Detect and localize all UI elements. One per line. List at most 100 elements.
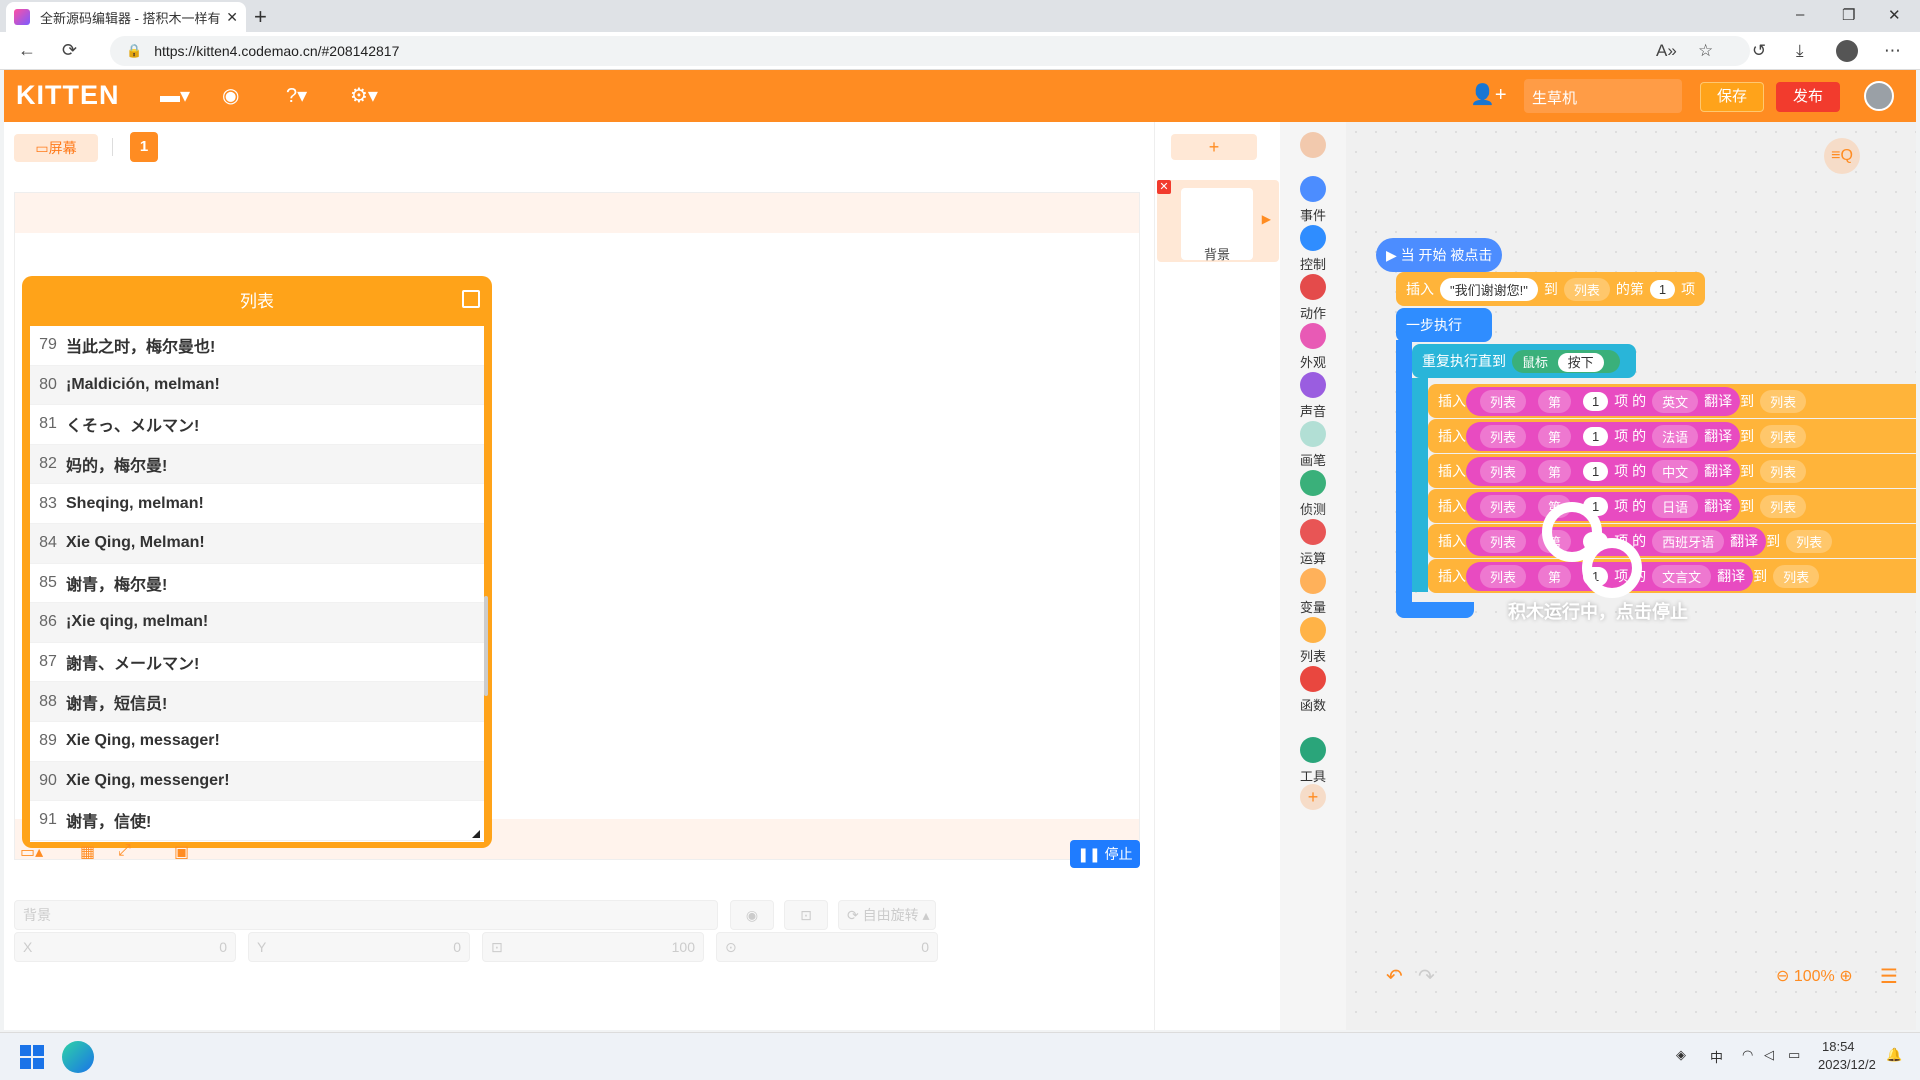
undo-icon[interactable]: ↶ [1386, 964, 1403, 989]
record-icon[interactable]: ▣ [174, 842, 189, 862]
language-dropdown[interactable]: 中文 [1652, 459, 1699, 483]
user-avatar[interactable] [1864, 81, 1894, 111]
language-dropdown[interactable]: 西班牙语 [1652, 529, 1725, 553]
list-monitor[interactable]: 列表 79 当此之时，梅尔曼也! 80 ¡Maldición, melman! 81 くそ… [22, 276, 492, 848]
list-row[interactable]: 87 謝青、メールマン! [30, 643, 484, 683]
index-slot[interactable]: 1 [1649, 279, 1676, 299]
list-body[interactable]: 79 当此之时，梅尔曼也! 80 ¡Maldición, melman! 81 くそっ、メ… [30, 326, 484, 842]
target-list-dropdown[interactable]: 列表 [1760, 494, 1807, 518]
list-dropdown[interactable]: 列表 [1480, 459, 1527, 483]
list-dropdown[interactable]: 列表 [1480, 564, 1527, 588]
code-workspace[interactable]: ≡Q ▶ 当 开始 被点击 插入 "我们谢谢您!" 到 列表 的第 1 项 一步… [1346, 122, 1916, 1030]
direction-field[interactable]: ⊙ 0 [716, 932, 938, 962]
target-list-dropdown[interactable]: 列表 [1773, 564, 1820, 588]
list-row[interactable]: 79 当此之时，梅尔曼也! [30, 326, 484, 366]
project-name-input[interactable]: 生草机 [1524, 79, 1682, 113]
wifi-icon[interactable]: ◠ [1742, 1047, 1753, 1063]
search-blocks-icon[interactable]: ≡Q [1824, 138, 1860, 174]
position-dropdown[interactable]: 第 [1538, 564, 1572, 588]
target-list-dropdown[interactable]: 列表 [1786, 529, 1833, 553]
category-10[interactable]: 函数 [1280, 666, 1346, 714]
target-list-dropdown[interactable]: 列表 [1760, 424, 1807, 448]
list-row[interactable]: 81 くそっ、メルマン! [30, 405, 484, 445]
delete-icon[interactable]: ✕ [1157, 180, 1171, 194]
category-4[interactable]: 声音 [1280, 372, 1346, 420]
redo-icon[interactable]: ↷ [1418, 964, 1435, 989]
category-2[interactable]: 动作 [1280, 274, 1346, 322]
translate-expression[interactable]: 列表第 1 项 的英文 翻译 [1466, 386, 1741, 416]
list-row[interactable]: 91 谢青，信使! [30, 801, 484, 841]
list-row[interactable]: 84 Xie Qing, Melman! [30, 523, 484, 564]
save-button[interactable]: 保存 [1700, 82, 1764, 112]
fullscreen-icon[interactable]: ⤢ [118, 842, 131, 860]
list-scrollbar[interactable] [484, 596, 488, 696]
list-row[interactable]: 88 谢青，短信员! [30, 682, 484, 722]
y-field[interactable]: Y0 [248, 932, 470, 962]
stage-size-icon[interactable]: ▭▴ [20, 842, 43, 862]
folder-menu-icon[interactable]: ▬▾ [160, 83, 190, 108]
category-11[interactable]: 工具 [1280, 737, 1346, 785]
insert-translate-block[interactable]: 插入 列表第 1 项 的法语 翻译到列表 [1428, 419, 1916, 453]
list-row[interactable]: 89 Xie Qing, messager! [30, 722, 484, 762]
background-card[interactable]: ✕ 背景 ▶ [1157, 180, 1279, 262]
list-dropdown[interactable]: 列表 [1480, 529, 1527, 553]
language-dropdown[interactable]: 日语 [1652, 494, 1699, 518]
security-icon[interactable]: ◈ [1676, 1047, 1686, 1063]
export-icon[interactable] [462, 290, 480, 308]
publish-button[interactable]: 发布 [1776, 82, 1840, 112]
download-icon[interactable]: ⤓ [1796, 41, 1804, 61]
insert-translate-block[interactable]: 插入 列表第 1 项 的中文 翻译到列表 [1428, 454, 1916, 488]
help-icon[interactable]: ?▾ [286, 83, 307, 108]
translate-expression[interactable]: 列表第 1 项 的中文 翻译 [1466, 456, 1741, 486]
minimize-button[interactable]: – [1796, 6, 1804, 23]
language-dropdown[interactable]: 法语 [1652, 424, 1699, 448]
clock-time[interactable]: 18:54 [1822, 1039, 1855, 1054]
list-dropdown[interactable]: 列表 [1480, 389, 1527, 413]
read-aloud-icon[interactable]: A» [1656, 41, 1677, 61]
category-8[interactable]: 变量 [1280, 568, 1346, 616]
list-row[interactable]: 80 ¡Maldición, melman! [30, 365, 484, 406]
search-icon[interactable] [1280, 132, 1346, 161]
browser-tab[interactable]: 全新源码编辑器 - 搭积木一样有趣 ✕ [6, 2, 246, 32]
mouse-condition[interactable]: 鼠标 按下 [1512, 349, 1620, 373]
backpack-icon[interactable]: ◉ [222, 83, 239, 108]
arrow-right-icon[interactable]: ▶ [1262, 212, 1271, 226]
new-tab-button[interactable]: + [254, 4, 267, 30]
lock-sprite-icon[interactable]: ⊡ [784, 900, 828, 930]
insert-translate-block[interactable]: 插入 列表第 1 项 的日语 翻译到列表 [1428, 489, 1916, 523]
close-window-button[interactable]: ✕ [1888, 6, 1901, 24]
position-dropdown[interactable]: 第 [1538, 424, 1572, 448]
language-dropdown[interactable]: 文言文 [1652, 564, 1712, 588]
visibility-eye-icon[interactable]: ◉ [730, 900, 774, 930]
step-run-block[interactable]: 一步执行 [1396, 308, 1492, 342]
volume-icon[interactable]: ◁ [1764, 1047, 1774, 1063]
position-dropdown[interactable]: 第 [1538, 389, 1572, 413]
list-row[interactable]: 82 妈的，梅尔曼! [30, 444, 484, 485]
reload-button[interactable]: ⟳ [62, 40, 77, 61]
insert-block[interactable]: 插入 "我们谢谢您!" 到 列表 的第 1 项 [1396, 272, 1706, 306]
running-overlay-text[interactable]: 积木运行中，点击停止 [1508, 598, 1688, 624]
profile-avatar[interactable] [1836, 40, 1858, 62]
list-dropdown[interactable]: 列表 [1563, 277, 1610, 301]
category-6[interactable]: 侦测 [1280, 470, 1346, 518]
back-button[interactable]: ← [18, 40, 36, 61]
pressed-dropdown[interactable]: 按下 [1557, 352, 1604, 372]
category-3[interactable]: 外观 [1280, 323, 1346, 371]
screen-page-1[interactable]: 1 [130, 132, 158, 162]
list-row[interactable]: 83 Sheqing, melman! [30, 484, 484, 524]
notification-bell-icon[interactable]: 🔔 [1886, 1047, 1902, 1063]
maximize-button[interactable]: ❐ [1842, 6, 1855, 24]
translate-expression[interactable]: 列表第 1 项 的法语 翻译 [1466, 421, 1741, 451]
align-blocks-icon[interactable]: ☰ [1880, 964, 1898, 989]
list-dropdown[interactable]: 列表 [1480, 494, 1527, 518]
index-slot[interactable]: 1 [1583, 426, 1609, 446]
add-sprite-button[interactable]: + [1171, 134, 1257, 160]
resize-handle[interactable] [472, 830, 480, 838]
index-slot[interactable]: 1 [1583, 391, 1609, 411]
stop-button[interactable]: ❚❚ 停止 [1070, 840, 1140, 868]
size-field[interactable]: ⊡ 100 [482, 932, 704, 962]
list-dropdown[interactable]: 列表 [1480, 424, 1527, 448]
ime-indicator[interactable]: 中 [1710, 1047, 1723, 1066]
add-collaborator-icon[interactable]: 👤+ [1470, 82, 1507, 107]
more-menu-icon[interactable]: ⋯ [1884, 41, 1901, 61]
